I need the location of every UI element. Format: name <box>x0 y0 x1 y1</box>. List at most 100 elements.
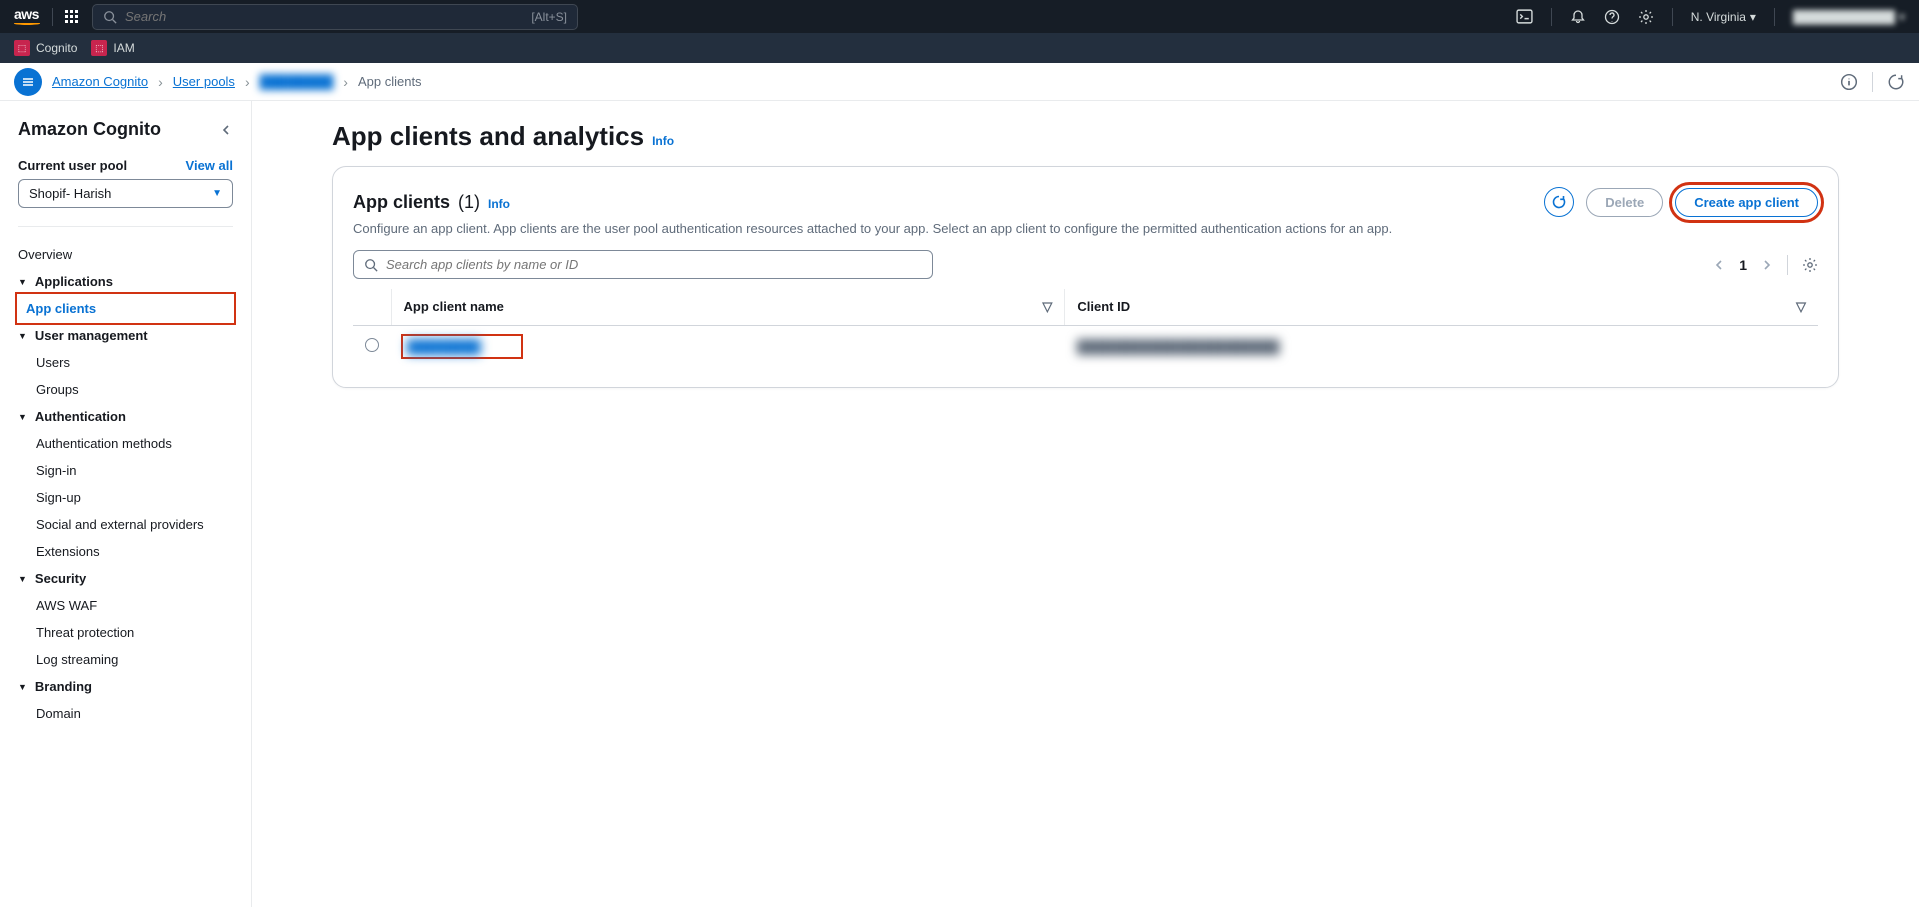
service-chip-iam[interactable]: ⬚ IAM <box>91 40 134 56</box>
column-header-label: App client name <box>404 299 504 314</box>
help-icon[interactable] <box>1604 9 1620 25</box>
search-shortcut-hint: [Alt+S] <box>531 10 567 24</box>
cognito-service-icon: ⬚ <box>14 40 30 56</box>
app-clients-panel: App clients (1) Info Delete Create app c… <box>332 166 1839 388</box>
breadcrumb-pool-name[interactable]: ████████ <box>260 74 334 89</box>
breadcrumb-cognito[interactable]: Amazon Cognito <box>52 74 148 89</box>
services-grid-icon[interactable] <box>65 10 78 23</box>
chevron-right-icon <box>1761 259 1773 271</box>
chevron-right-icon: › <box>343 74 348 90</box>
sidebar-item-sign-up[interactable]: Sign-up <box>18 484 233 511</box>
main-layout: Amazon Cognito Current user pool View al… <box>0 101 1919 907</box>
page-number: 1 <box>1739 257 1747 273</box>
sidebar-item-users[interactable]: Users <box>18 349 233 376</box>
sidebar-item-overview[interactable]: Overview <box>18 241 233 268</box>
global-search-input[interactable] <box>125 9 531 24</box>
sidebar-collapse-button[interactable] <box>219 123 233 137</box>
sidebar-section-authentication[interactable]: Authentication <box>18 403 233 430</box>
page-info-link[interactable]: Info <box>652 134 674 148</box>
sidebar-item-threat-protection[interactable]: Threat protection <box>18 619 233 646</box>
aws-logo[interactable]: aws <box>14 8 40 25</box>
page-refresh-icon[interactable] <box>1887 73 1905 91</box>
global-search[interactable]: [Alt+S] <box>92 4 578 30</box>
page-next-button[interactable] <box>1761 259 1773 271</box>
account-label: ████████████ <box>1793 10 1895 24</box>
create-app-client-button[interactable]: Create app client <box>1675 188 1818 217</box>
sidebar-item-domain[interactable]: Domain <box>18 700 233 727</box>
divider <box>1872 72 1873 92</box>
current-pool-label: Current user pool <box>18 158 127 173</box>
sidebar-item-log-streaming[interactable]: Log streaming <box>18 646 233 673</box>
sidebar-section-branding[interactable]: Branding <box>18 673 233 700</box>
refresh-button[interactable] <box>1544 187 1574 217</box>
app-client-name-value: ████████ <box>407 339 481 354</box>
sidebar-scroll[interactable]: Amazon Cognito Current user pool View al… <box>0 101 252 907</box>
page-prev-button[interactable] <box>1713 259 1725 271</box>
gear-icon <box>1802 257 1818 273</box>
divider <box>1551 8 1552 26</box>
cloudshell-icon[interactable] <box>1516 8 1533 25</box>
breadcrumb-user-pools[interactable]: User pools <box>173 74 235 89</box>
aws-logo-smile-icon <box>14 22 40 25</box>
divider <box>1672 8 1673 26</box>
panel-count: (1) <box>458 192 480 213</box>
service-chip-label: Cognito <box>36 41 77 55</box>
chevron-right-icon: › <box>245 74 250 90</box>
recent-services-bar: ⬚ Cognito ⬚ IAM <box>0 33 1919 63</box>
divider <box>18 226 233 227</box>
sidebar-section-applications[interactable]: Applications <box>18 268 233 295</box>
chevron-down-icon: ▼ <box>212 188 222 199</box>
iam-service-icon: ⬚ <box>91 40 107 56</box>
panel-info-link[interactable]: Info <box>488 197 510 211</box>
chevron-down-icon: ▾ <box>1750 10 1756 24</box>
sidebar-item-aws-waf[interactable]: AWS WAF <box>18 592 233 619</box>
topbar-utility: N. Virginia▾ ████████████ ▾ <box>1516 8 1905 26</box>
sidebar-item-sign-in[interactable]: Sign-in <box>18 457 233 484</box>
breadcrumb-bar: Amazon Cognito › User pools › ████████ ›… <box>0 63 1919 101</box>
table-settings-button[interactable] <box>1802 257 1818 273</box>
aws-topbar: aws [Alt+S] N. Virginia▾ ████████████ ▾ <box>0 0 1919 33</box>
chevron-left-icon <box>219 123 233 137</box>
table-row: ████████ ██████████████████████ <box>353 326 1818 368</box>
sort-icon[interactable]: ▽ <box>1042 299 1052 315</box>
page-title: App clients and analytics <box>332 121 644 152</box>
search-icon <box>364 258 378 272</box>
sidebar-section-user-management[interactable]: User management <box>18 322 233 349</box>
row-radio[interactable] <box>365 338 379 352</box>
account-menu[interactable]: ████████████ ▾ <box>1793 10 1905 24</box>
filter-input-wrap[interactable] <box>353 250 933 279</box>
column-header-name[interactable]: App client name ▽ <box>391 289 1065 326</box>
pool-selector[interactable]: Shopif- Harish ▼ <box>18 179 233 208</box>
divider <box>1787 255 1788 275</box>
service-chip-cognito[interactable]: ⬚ Cognito <box>14 40 77 56</box>
panel-description: Configure an app client. App clients are… <box>353 221 1818 236</box>
sidebar-item-groups[interactable]: Groups <box>18 376 233 403</box>
sidebar-item-auth-methods[interactable]: Authentication methods <box>18 430 233 457</box>
sidebar-title: Amazon Cognito <box>18 119 161 140</box>
nav-toggle-button[interactable] <box>14 68 42 96</box>
divider <box>52 8 53 26</box>
pagination: 1 <box>1713 255 1818 275</box>
column-header-id[interactable]: Client ID ▽ <box>1065 289 1818 326</box>
sidebar-item-social-providers[interactable]: Social and external providers <box>18 511 233 538</box>
hamburger-icon <box>21 75 35 89</box>
chevron-down-icon: ▾ <box>1899 10 1905 24</box>
settings-gear-icon[interactable] <box>1638 9 1654 25</box>
view-all-pools-link[interactable]: View all <box>186 158 233 173</box>
refresh-icon <box>1551 194 1567 210</box>
page-info-icon[interactable] <box>1840 73 1858 91</box>
sidebar-item-app-clients[interactable]: App clients <box>18 295 233 322</box>
main-content: App clients and analytics Info App clien… <box>252 101 1919 907</box>
sidebar-section-security[interactable]: Security <box>18 565 233 592</box>
delete-button[interactable]: Delete <box>1586 188 1663 217</box>
column-header-label: Client ID <box>1077 299 1130 314</box>
filter-input[interactable] <box>386 257 922 272</box>
select-column-header <box>353 289 391 326</box>
notifications-icon[interactable] <box>1570 9 1586 25</box>
region-selector[interactable]: N. Virginia▾ <box>1691 10 1756 24</box>
aws-logo-text: aws <box>14 8 40 21</box>
sort-icon[interactable]: ▽ <box>1796 299 1806 315</box>
search-icon <box>103 10 117 24</box>
sidebar-item-extensions[interactable]: Extensions <box>18 538 233 565</box>
app-client-name-link[interactable]: ████████ <box>403 336 521 357</box>
